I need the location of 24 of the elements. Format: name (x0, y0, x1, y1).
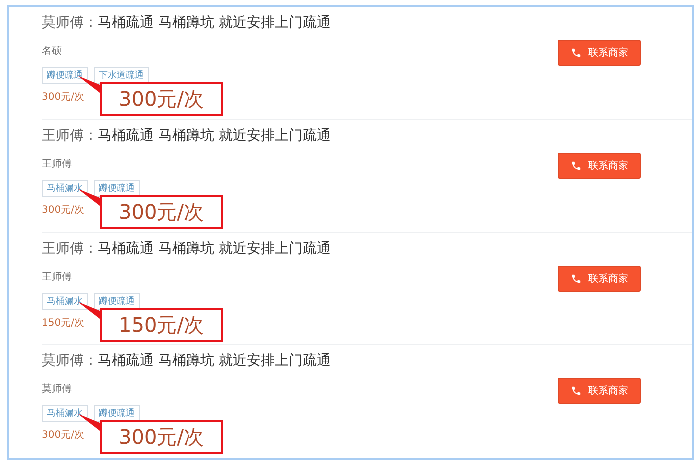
contact-button[interactable]: 联系商家 (558, 152, 641, 179)
contact-button[interactable]: 联系商家 (558, 378, 641, 404)
phone-icon (570, 272, 582, 284)
provider-name: 王师傅 (42, 270, 73, 284)
listing-title: 王师傅：马桶疏通 马桶蹲坑 就近安排上门疏通 (42, 240, 331, 258)
provider-name: 莫师傅 (42, 382, 73, 396)
phone-icon (570, 47, 582, 59)
service-tag: 马桶漏水 (42, 405, 88, 422)
contact-button[interactable]: 联系商家 (558, 266, 641, 292)
provider-name: 名硕 (42, 45, 63, 58)
price-text: 150元/次 (42, 316, 84, 330)
listing-title: 王师傅：马桶疏通 马桶蹲坑 就近安排上门疏通 (42, 126, 331, 145)
service-tag: 马桶漏水 (42, 292, 88, 310)
provider-name: 王师傅 (42, 158, 73, 171)
listing-title: 莫师傅：马桶疏通 马桶蹲坑 就近安排上门疏通 (42, 14, 331, 32)
price-text: 300元/次 (42, 429, 84, 442)
service-tag: 蹲便疏通 (42, 67, 88, 84)
listing-title: 莫师傅：马桶疏通 马桶蹲坑 就近安排上门疏通 (42, 352, 331, 370)
service-tag: 马桶漏水 (42, 180, 88, 197)
phone-icon (570, 160, 582, 172)
price-text: 300元/次 (42, 91, 84, 104)
contact-button[interactable]: 联系商家 (558, 40, 641, 66)
phone-icon (570, 385, 582, 398)
price-text: 300元/次 (42, 204, 84, 217)
